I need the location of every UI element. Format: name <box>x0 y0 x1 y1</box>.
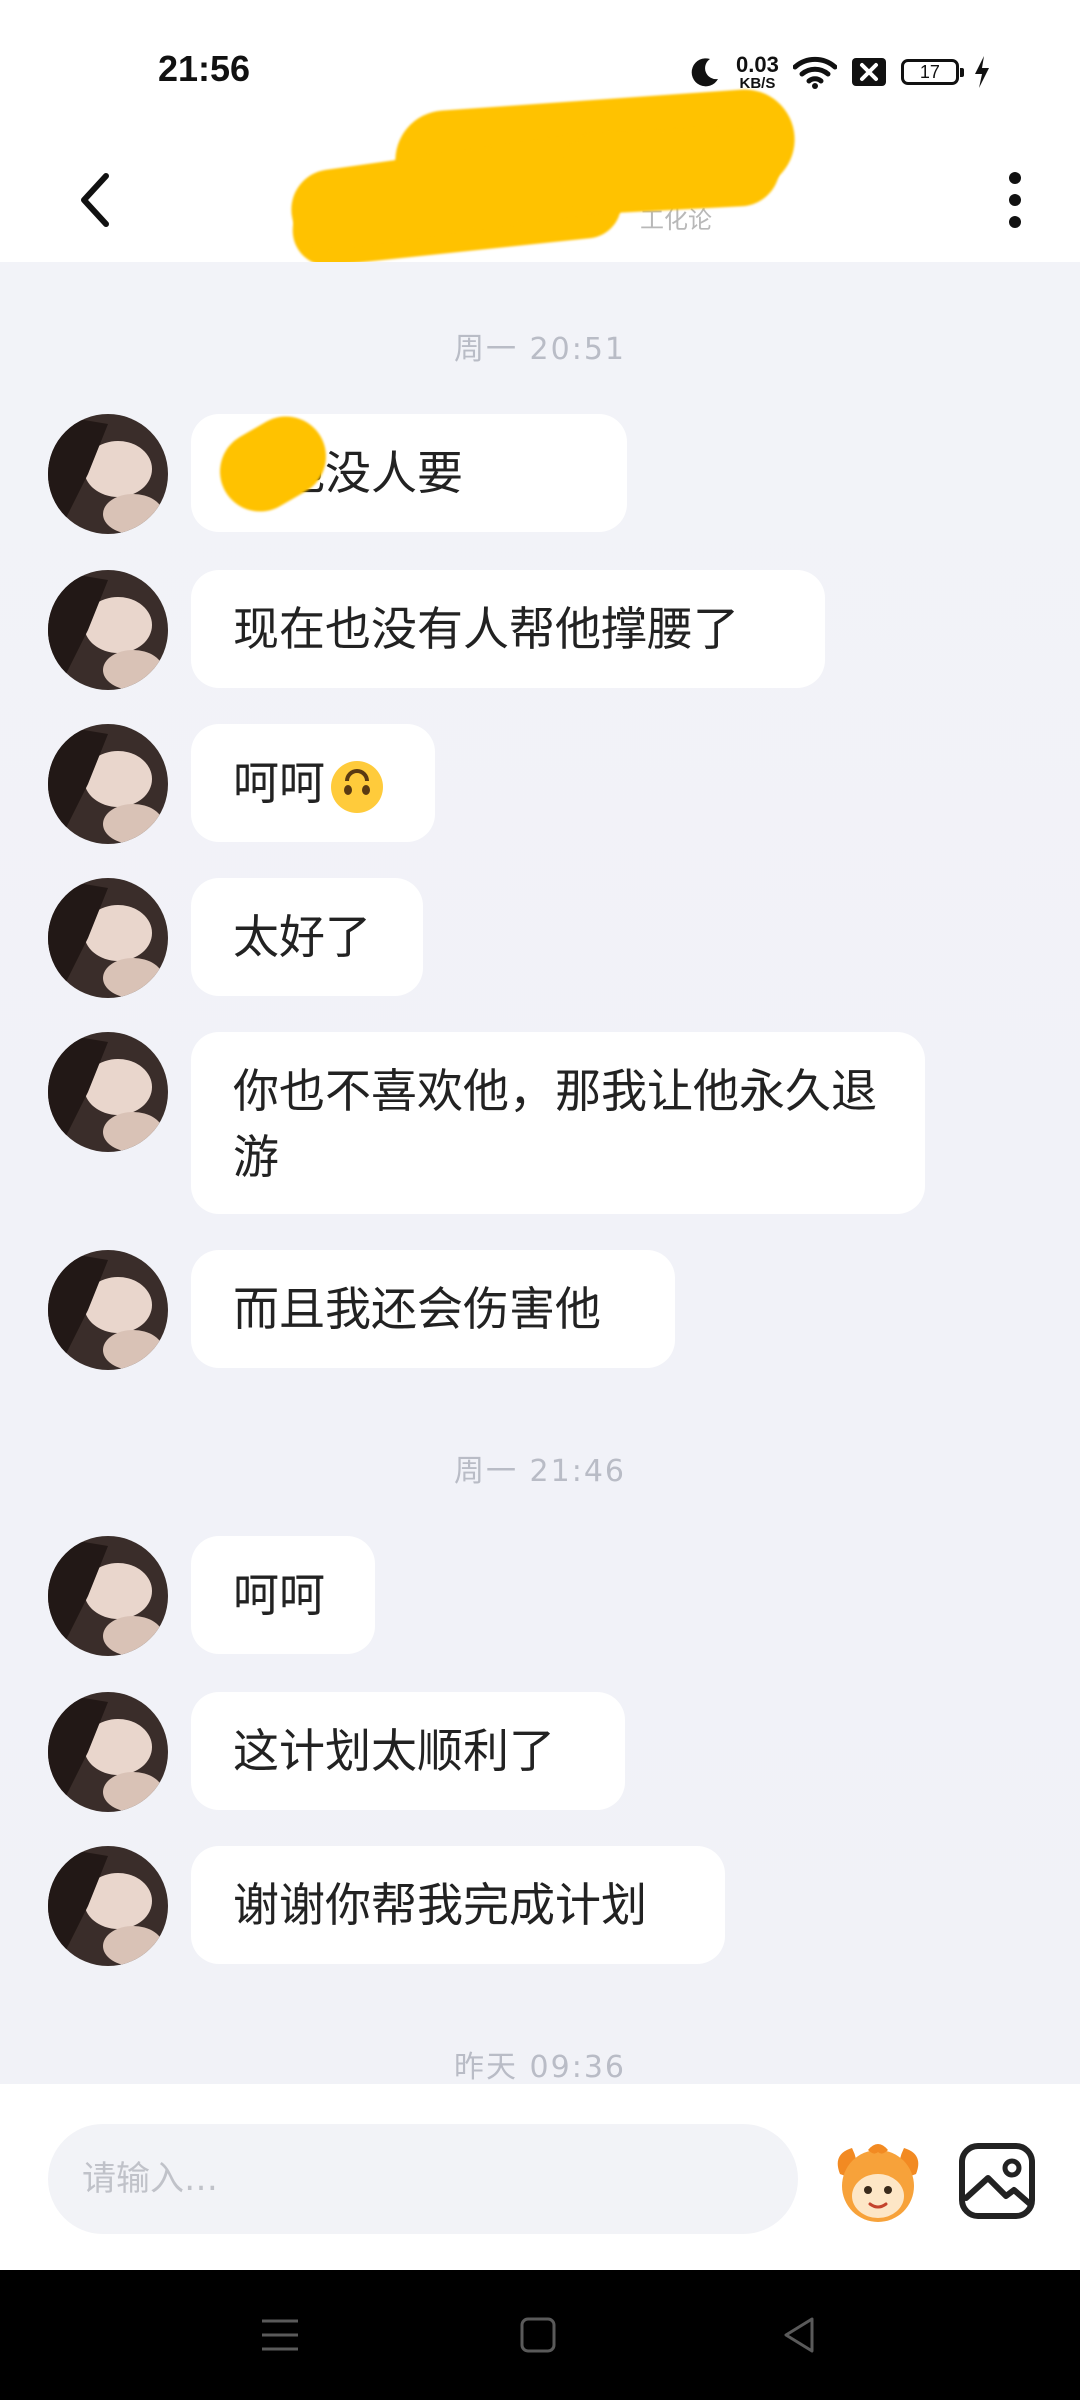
chat-messages[interactable]: 周一 20:51 人他没人要 现在也没有人帮他撑腰了 呵呵 太好了 你也不喜欢他… <box>0 262 1080 2084</box>
moon-icon <box>691 58 718 87</box>
back-arrow-icon <box>81 173 109 227</box>
timestamp: 昨天 09:36 <box>454 2050 626 2084</box>
emoji-sticker-button[interactable] <box>830 2134 926 2230</box>
system-nav-bar <box>0 2270 1080 2400</box>
message-bubble[interactable]: 而且我还会伤害他 <box>191 1250 675 1368</box>
message-text: 这计划太顺利了 <box>233 1724 555 1778</box>
net-speed-unit: KB/S <box>739 74 776 92</box>
message-bubble[interactable]: 现在也没有人帮他撑腰了 <box>191 570 825 688</box>
net-speed-value: 0.03 <box>736 51 779 77</box>
home-nav-button[interactable] <box>508 2305 568 2365</box>
charging-icon <box>974 56 989 88</box>
home-square-icon <box>520 2317 556 2353</box>
wifi-icon <box>792 56 837 89</box>
message-text: 太好了 <box>233 910 371 964</box>
image-icon <box>959 2143 1035 2219</box>
network-speed: 0.03 KB/S <box>736 51 779 92</box>
message-bubble[interactable]: 呵呵 <box>191 1536 375 1654</box>
menu-nav-button[interactable] <box>250 2305 310 2365</box>
image-button[interactable] <box>952 2136 1042 2226</box>
message-bubble[interactable]: 你也不喜欢他，那我让他永久退游 <box>191 1032 925 1214</box>
message-text: 呵呵 <box>233 1568 325 1622</box>
back-nav-button[interactable] <box>768 2305 828 2365</box>
status-icons: 0.03 KB/S 17 <box>688 50 991 94</box>
avatar[interactable] <box>48 724 168 844</box>
more-vertical-icon <box>1009 172 1021 228</box>
avatar[interactable] <box>48 1250 168 1370</box>
more-button[interactable] <box>985 160 1045 240</box>
message-text: 呵呵 <box>233 756 325 810</box>
chat-header: 工化论 <box>0 86 1080 270</box>
message-bubble[interactable]: 呵呵 <box>191 724 435 842</box>
status-time: 21:56 <box>158 48 251 89</box>
message-text: 谢谢你帮我完成计划 <box>233 1878 647 1932</box>
avatar[interactable] <box>48 1032 168 1152</box>
sim-off-icon <box>851 58 886 86</box>
avatar[interactable] <box>48 1536 168 1656</box>
message-input[interactable] <box>48 2124 798 2234</box>
message-text: 而且我还会伤害他 <box>233 1282 601 1336</box>
message-bubble[interactable]: 太好了 <box>191 878 423 996</box>
avatar[interactable] <box>48 570 168 690</box>
timestamp: 周一 20:51 <box>454 332 626 367</box>
message-bubble[interactable]: 这计划太顺利了 <box>191 1692 625 1810</box>
battery-icon: 17 <box>900 59 964 85</box>
avatar[interactable] <box>48 878 168 998</box>
message-bubble[interactable]: 谢谢你帮我完成计划 <box>191 1846 725 1964</box>
menu-icon <box>262 2319 298 2351</box>
upside-down-face-emoji <box>331 761 383 813</box>
message-text: 你也不喜欢他，那我让他永久退游 <box>233 1064 877 1184</box>
timestamp: 周一 21:46 <box>454 1454 626 1489</box>
back-button[interactable] <box>60 160 130 240</box>
avatar[interactable] <box>48 1692 168 1812</box>
avatar[interactable] <box>48 1846 168 1966</box>
mascot-icon <box>837 2144 919 2222</box>
message-text: 现在也没有人帮他撑腰了 <box>233 602 739 656</box>
input-bar <box>0 2084 1080 2270</box>
back-triangle-icon <box>784 2317 814 2353</box>
avatar[interactable] <box>48 414 168 534</box>
